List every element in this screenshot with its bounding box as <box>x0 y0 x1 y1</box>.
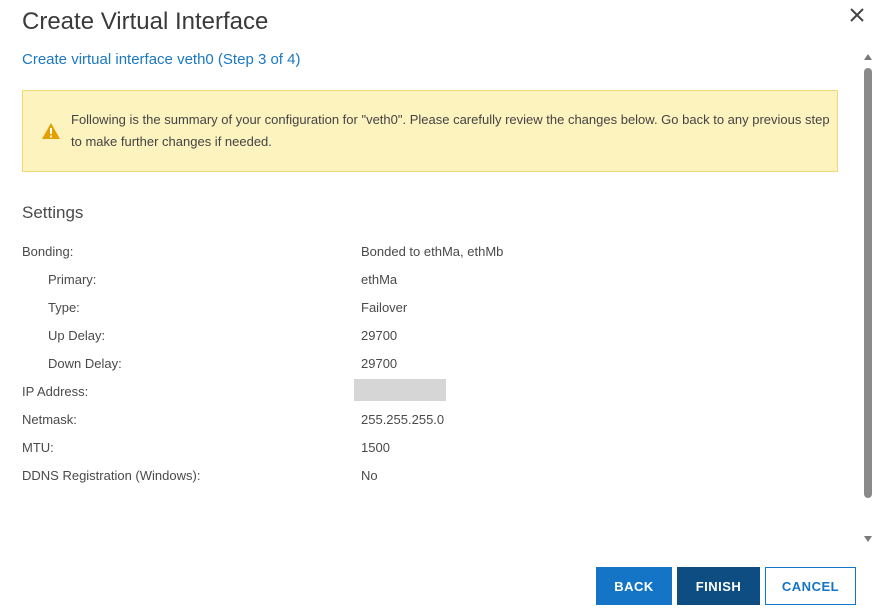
setting-row-ip-address: IP Address: <box>0 379 856 408</box>
close-button[interactable] <box>846 4 868 26</box>
setting-label: Netmask: <box>22 412 77 427</box>
scroll-down-arrow-icon[interactable] <box>864 536 872 542</box>
scrollbar-thumb[interactable] <box>864 68 872 498</box>
step-link[interactable]: Create virtual interface veth0 (Step 3 o… <box>22 50 300 70</box>
warning-text: Following is the summary of your configu… <box>71 112 830 149</box>
warning-triangle-icon <box>42 123 60 139</box>
setting-row-up-delay: Up Delay: 29700 <box>0 324 856 352</box>
setting-value: 1500 <box>361 440 390 455</box>
setting-label: MTU: <box>22 440 54 455</box>
setting-label: DDNS Registration (Windows): <box>22 468 201 483</box>
setting-value: 29700 <box>361 356 398 371</box>
settings-section-title: Settings <box>22 203 84 222</box>
warning-banner: Following is the summary of your configu… <box>22 90 838 172</box>
setting-value: Bonded to ethMa, ethMb <box>361 244 504 259</box>
setting-value: 29700 <box>361 328 398 343</box>
setting-value: Failover <box>361 300 408 315</box>
setting-label: Down Delay: <box>48 356 122 371</box>
setting-value: ethMa <box>361 272 398 287</box>
setting-row-type: Type: Failover <box>0 296 856 324</box>
dialog-title: Create Virtual Interface <box>22 8 269 35</box>
vertical-scrollbar[interactable] <box>861 52 875 548</box>
cancel-button[interactable]: CANCEL <box>765 567 856 605</box>
finish-button[interactable]: FINISH <box>677 567 760 605</box>
setting-value: 255.255.255.0 <box>361 412 445 427</box>
setting-row-bonding: Bonding: Bonded to ethMa, ethMb <box>0 240 856 268</box>
settings-list: Bonding: Bonded to ethMa, ethMb Primary:… <box>0 240 856 492</box>
setting-row-netmask: Netmask: 255.255.255.0 <box>0 408 856 436</box>
setting-label: Bonding: <box>22 244 74 259</box>
scroll-up-arrow-icon[interactable] <box>864 54 872 60</box>
setting-row-down-delay: Down Delay: 29700 <box>0 352 856 380</box>
setting-value: No <box>361 468 378 483</box>
setting-row-ddns-registration: DDNS Registration (Windows): No <box>0 464 856 492</box>
setting-row-mtu: MTU: 1500 <box>0 436 856 464</box>
setting-label: Up Delay: <box>48 328 106 343</box>
setting-label: IP Address: <box>22 384 89 399</box>
setting-label: Type: <box>48 300 80 315</box>
setting-row-primary: Primary: ethMa <box>0 268 856 296</box>
close-icon <box>850 8 864 22</box>
summary-scroll-area: Following is the summary of your configu… <box>0 84 856 554</box>
back-button[interactable]: BACK <box>596 567 672 605</box>
setting-label: Primary: <box>48 272 97 287</box>
redacted-ip-value <box>354 379 446 401</box>
create-virtual-interface-dialog: Create Virtual Interface Create virtual … <box>0 0 886 616</box>
